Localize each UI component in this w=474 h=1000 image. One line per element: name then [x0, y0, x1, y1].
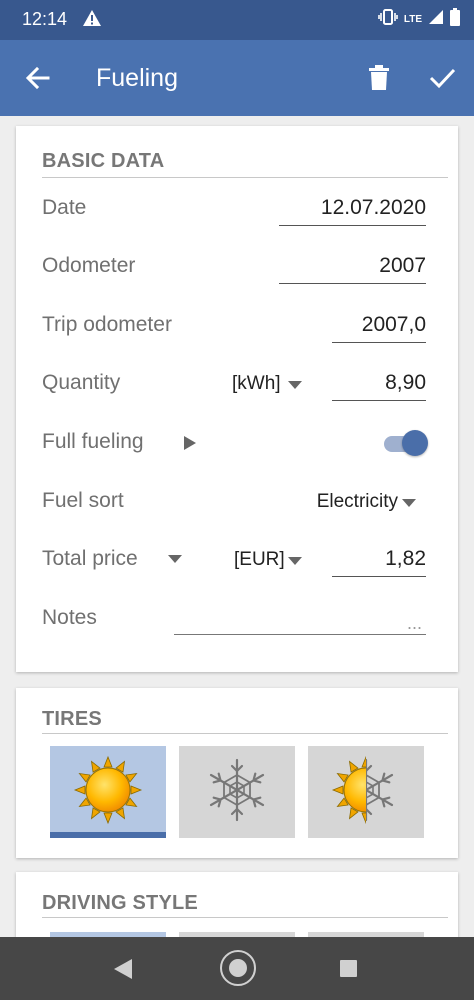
date-label: Date — [42, 196, 87, 219]
status-time: 12:14 — [22, 9, 68, 29]
section-title-tires: TIRES — [42, 708, 102, 730]
section-divider — [42, 917, 448, 918]
play-icon[interactable] — [184, 436, 196, 450]
basic-data-card: BASIC DATA Date 12.07.2020 Odometer 2007… — [16, 126, 458, 672]
date-underline — [279, 225, 426, 226]
fuel-sort-label: Fuel sort — [42, 489, 124, 512]
nav-home-dot[interactable] — [229, 959, 247, 977]
check-icon[interactable] — [428, 64, 456, 92]
nav-recents-icon[interactable] — [340, 960, 357, 977]
quantity-field[interactable]: 8,90 — [385, 371, 426, 395]
odometer-label: Odometer — [42, 254, 136, 277]
fuel-sort-dropdown[interactable]: Electricity — [317, 491, 398, 513]
page-title: Fueling — [96, 64, 178, 92]
section-title-driving-style: DRIVING STYLE — [42, 892, 198, 914]
section-title-basic-data: BASIC DATA — [42, 150, 165, 172]
notes-field[interactable]: ... — [407, 613, 422, 634]
toggle-thumb[interactable] — [402, 430, 428, 456]
notes-underline — [174, 634, 426, 635]
trip-odometer-label: Trip odometer — [42, 313, 172, 336]
sun-icon — [73, 755, 143, 825]
total-price-underline — [332, 576, 426, 577]
currency-dropdown[interactable]: [EUR] — [234, 549, 285, 571]
tires-card: TIRES — [16, 688, 458, 858]
chevron-down-icon[interactable] — [288, 557, 302, 565]
chevron-down-icon[interactable] — [288, 381, 302, 389]
status-icons: LTE — [378, 8, 460, 31]
network-type: LTE — [403, 13, 422, 25]
trash-icon[interactable] — [366, 64, 392, 92]
section-divider — [42, 733, 448, 734]
trip-odometer-field[interactable]: 2007,0 — [362, 313, 426, 337]
app-bar: Fueling — [0, 40, 474, 116]
tire-option-winter[interactable] — [179, 746, 295, 838]
chevron-down-icon[interactable] — [168, 555, 182, 563]
back-arrow-icon[interactable] — [24, 64, 52, 92]
sun-snowflake-icon — [331, 755, 394, 825]
total-price-label: Total price — [42, 547, 138, 570]
tire-option-summer[interactable] — [50, 746, 166, 838]
quantity-unit-dropdown[interactable]: [kWh] — [232, 373, 281, 395]
notes-label: Notes — [42, 606, 97, 629]
tire-option-all-season[interactable] — [308, 746, 424, 838]
date-value[interactable]: 12.07.2020 — [321, 196, 426, 220]
snowflake-icon — [209, 758, 265, 822]
quantity-label: Quantity — [42, 371, 121, 394]
chevron-down-icon[interactable] — [402, 499, 416, 507]
signal-icon — [428, 9, 444, 30]
section-divider — [42, 177, 448, 178]
battery-icon — [450, 8, 460, 31]
full-fueling-label: Full fueling — [42, 430, 144, 453]
warning-icon — [82, 9, 102, 32]
vibrate-icon — [378, 9, 398, 30]
odometer-field[interactable]: 2007 — [379, 254, 426, 278]
system-nav-bar — [0, 937, 474, 1000]
trip-odometer-underline — [332, 342, 426, 343]
quantity-underline — [332, 400, 426, 401]
total-price-field[interactable]: 1,82 — [385, 547, 426, 571]
selected-indicator — [50, 832, 166, 838]
nav-back-icon[interactable] — [114, 959, 132, 979]
status-bar: 12:14 LTE — [0, 0, 474, 40]
odometer-underline — [279, 283, 426, 284]
